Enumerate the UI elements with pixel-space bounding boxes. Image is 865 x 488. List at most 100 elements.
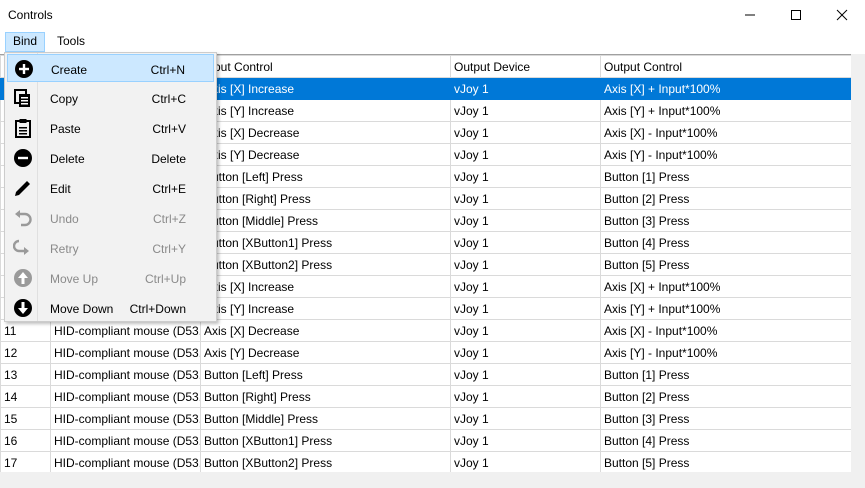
column-header[interactable]: Output Device [450,55,601,78]
menu-item-move-down[interactable]: Move Down Ctrl+Down [7,294,214,322]
maximize-button[interactable] [773,0,819,30]
undo-icon [13,208,33,228]
table-cell: vJoy 1 [450,385,601,408]
table-cell: HID-compliant mouse (D53... [50,429,201,452]
table-cell: vJoy 1 [450,363,601,386]
clipboard-icon [13,118,33,138]
table-cell: 15 [0,407,51,430]
table-cell: vJoy 1 [450,275,601,298]
menu-bar: Bind Tools [0,30,865,54]
menu-tools[interactable]: Tools [50,32,92,52]
menu-item-paste[interactable]: Paste Ctrl+V [7,114,214,142]
menu-item-label: Undo [50,212,79,226]
table-cell: 11 [0,319,51,342]
copy-icon [13,88,33,108]
column-header[interactable]: Input Control [200,55,451,78]
minimize-button[interactable] [727,0,773,30]
table-cell: vJoy 1 [450,165,601,188]
menu-item-edit[interactable]: Edit Ctrl+E [7,174,214,202]
table-cell: Button [XButton2] Press [200,253,451,276]
table-cell: Axis [Y] Decrease [200,143,451,166]
menu-item-shortcut: Delete [151,152,186,166]
menu-item-retry[interactable]: Retry Ctrl+Y [7,234,214,262]
bind-menu-dropdown: Create Ctrl+N Copy Ctrl+C Paste Ctrl+V Delete D… [4,52,217,322]
menu-item-label: Copy [50,92,79,106]
table-cell: vJoy 1 [450,209,601,232]
table-cell: HID-compliant mouse (D53... [50,363,201,386]
column-header[interactable]: Output Control [600,55,851,78]
menu-item-label: Delete [50,152,85,166]
menu-item-label: Paste [50,122,81,136]
minimize-icon [745,14,755,16]
table-cell: vJoy 1 [450,407,601,430]
window-title: Controls [8,8,53,22]
menu-item-delete[interactable]: Delete Delete [7,144,214,172]
table-cell: HID-compliant mouse (D53... [50,385,201,408]
status-strip [0,472,865,488]
table-cell: Button [2] Press [600,385,851,408]
close-button[interactable] [819,0,865,30]
table-cell: Button [Left] Press [200,363,451,386]
redo-icon [12,238,33,258]
table-cell: 13 [0,363,51,386]
table-cell: Axis [Y] + Input*100% [600,99,851,122]
table-cell: Axis [Y] + Input*100% [600,297,851,320]
table-cell: Axis [X] Decrease [200,319,451,342]
menu-item-shortcut: Ctrl+V [152,122,186,136]
table-cell: HID-compliant mouse (D53... [50,341,201,364]
menu-item-copy[interactable]: Copy Ctrl+C [7,84,214,112]
table-cell: vJoy 1 [450,77,601,100]
table-cell: Button [Right] Press [200,187,451,210]
table-row[interactable]: 13 HID-compliant mouse (D53... Button [Lef… [0,363,851,386]
table-row[interactable]: 17 HID-compliant mouse (D53... Button [XBu… [0,451,851,472]
minus-circle-icon [13,148,33,168]
table-cell: Axis [X] + Input*100% [600,77,851,100]
table-cell: Axis [Y] Increase [200,297,451,320]
table-cell: Button [1] Press [600,165,851,188]
pencil-icon [13,178,33,198]
table-row[interactable]: 14 HID-compliant mouse (D53... Button [Rig… [0,385,851,408]
table-cell: 14 [0,385,51,408]
table-cell: Button [4] Press [600,231,851,254]
menu-item-shortcut: Ctrl+Z [153,212,186,226]
plus-circle-icon [14,59,34,79]
table-row[interactable]: 15 HID-compliant mouse (D53... Button [Mid… [0,407,851,430]
table-cell: Axis [X] - Input*100% [600,121,851,144]
menu-item-shortcut: Ctrl+Up [144,272,186,286]
menu-item-create[interactable]: Create Ctrl+N [7,54,214,82]
table-cell: vJoy 1 [450,297,601,320]
table-cell: Axis [X] Increase [200,275,451,298]
menu-item-undo[interactable]: Undo Ctrl+Z [7,204,214,232]
table-cell: Button [Right] Press [200,385,451,408]
table-cell: Axis [X] + Input*100% [600,275,851,298]
table-cell: Button [3] Press [600,407,851,430]
table-cell: Button [XButton2] Press [200,451,451,472]
table-cell: Axis [X] Decrease [200,121,451,144]
table-row[interactable]: 16 HID-compliant mouse (D53... Button [XBu… [0,429,851,452]
table-cell: 17 [0,451,51,472]
vertical-scrollbar[interactable] [851,54,865,472]
table-cell: Button [5] Press [600,451,851,472]
table-cell: vJoy 1 [450,451,601,472]
table-cell: Axis [Y] Decrease [200,341,451,364]
table-cell: 16 [0,429,51,452]
table-cell: Button [3] Press [600,209,851,232]
arrow-down-circle-icon [13,298,33,318]
table-cell: Button [5] Press [600,253,851,276]
menu-bind[interactable]: Bind [5,32,46,52]
menu-item-label: Create [51,63,88,77]
menu-item-label: Move Up [50,272,99,286]
table-cell: vJoy 1 [450,319,601,342]
table-cell: Axis [Y] Increase [200,99,451,122]
close-icon [836,9,848,21]
maximize-icon [791,10,801,20]
table-row[interactable]: 11 HID-compliant mouse (D53... Axis [X] De… [0,319,851,342]
arrow-up-circle-icon [13,268,33,288]
table-cell: vJoy 1 [450,187,601,210]
table-cell: HID-compliant mouse (D53... [50,319,201,342]
table-cell: Axis [X] - Input*100% [600,319,851,342]
menu-item-shortcut: Ctrl+Y [152,242,186,256]
menu-item-move-up[interactable]: Move Up Ctrl+Up [7,264,214,292]
table-cell: Button [1] Press [600,363,851,386]
table-row[interactable]: 12 HID-compliant mouse (D53... Axis [Y] De… [0,341,851,364]
